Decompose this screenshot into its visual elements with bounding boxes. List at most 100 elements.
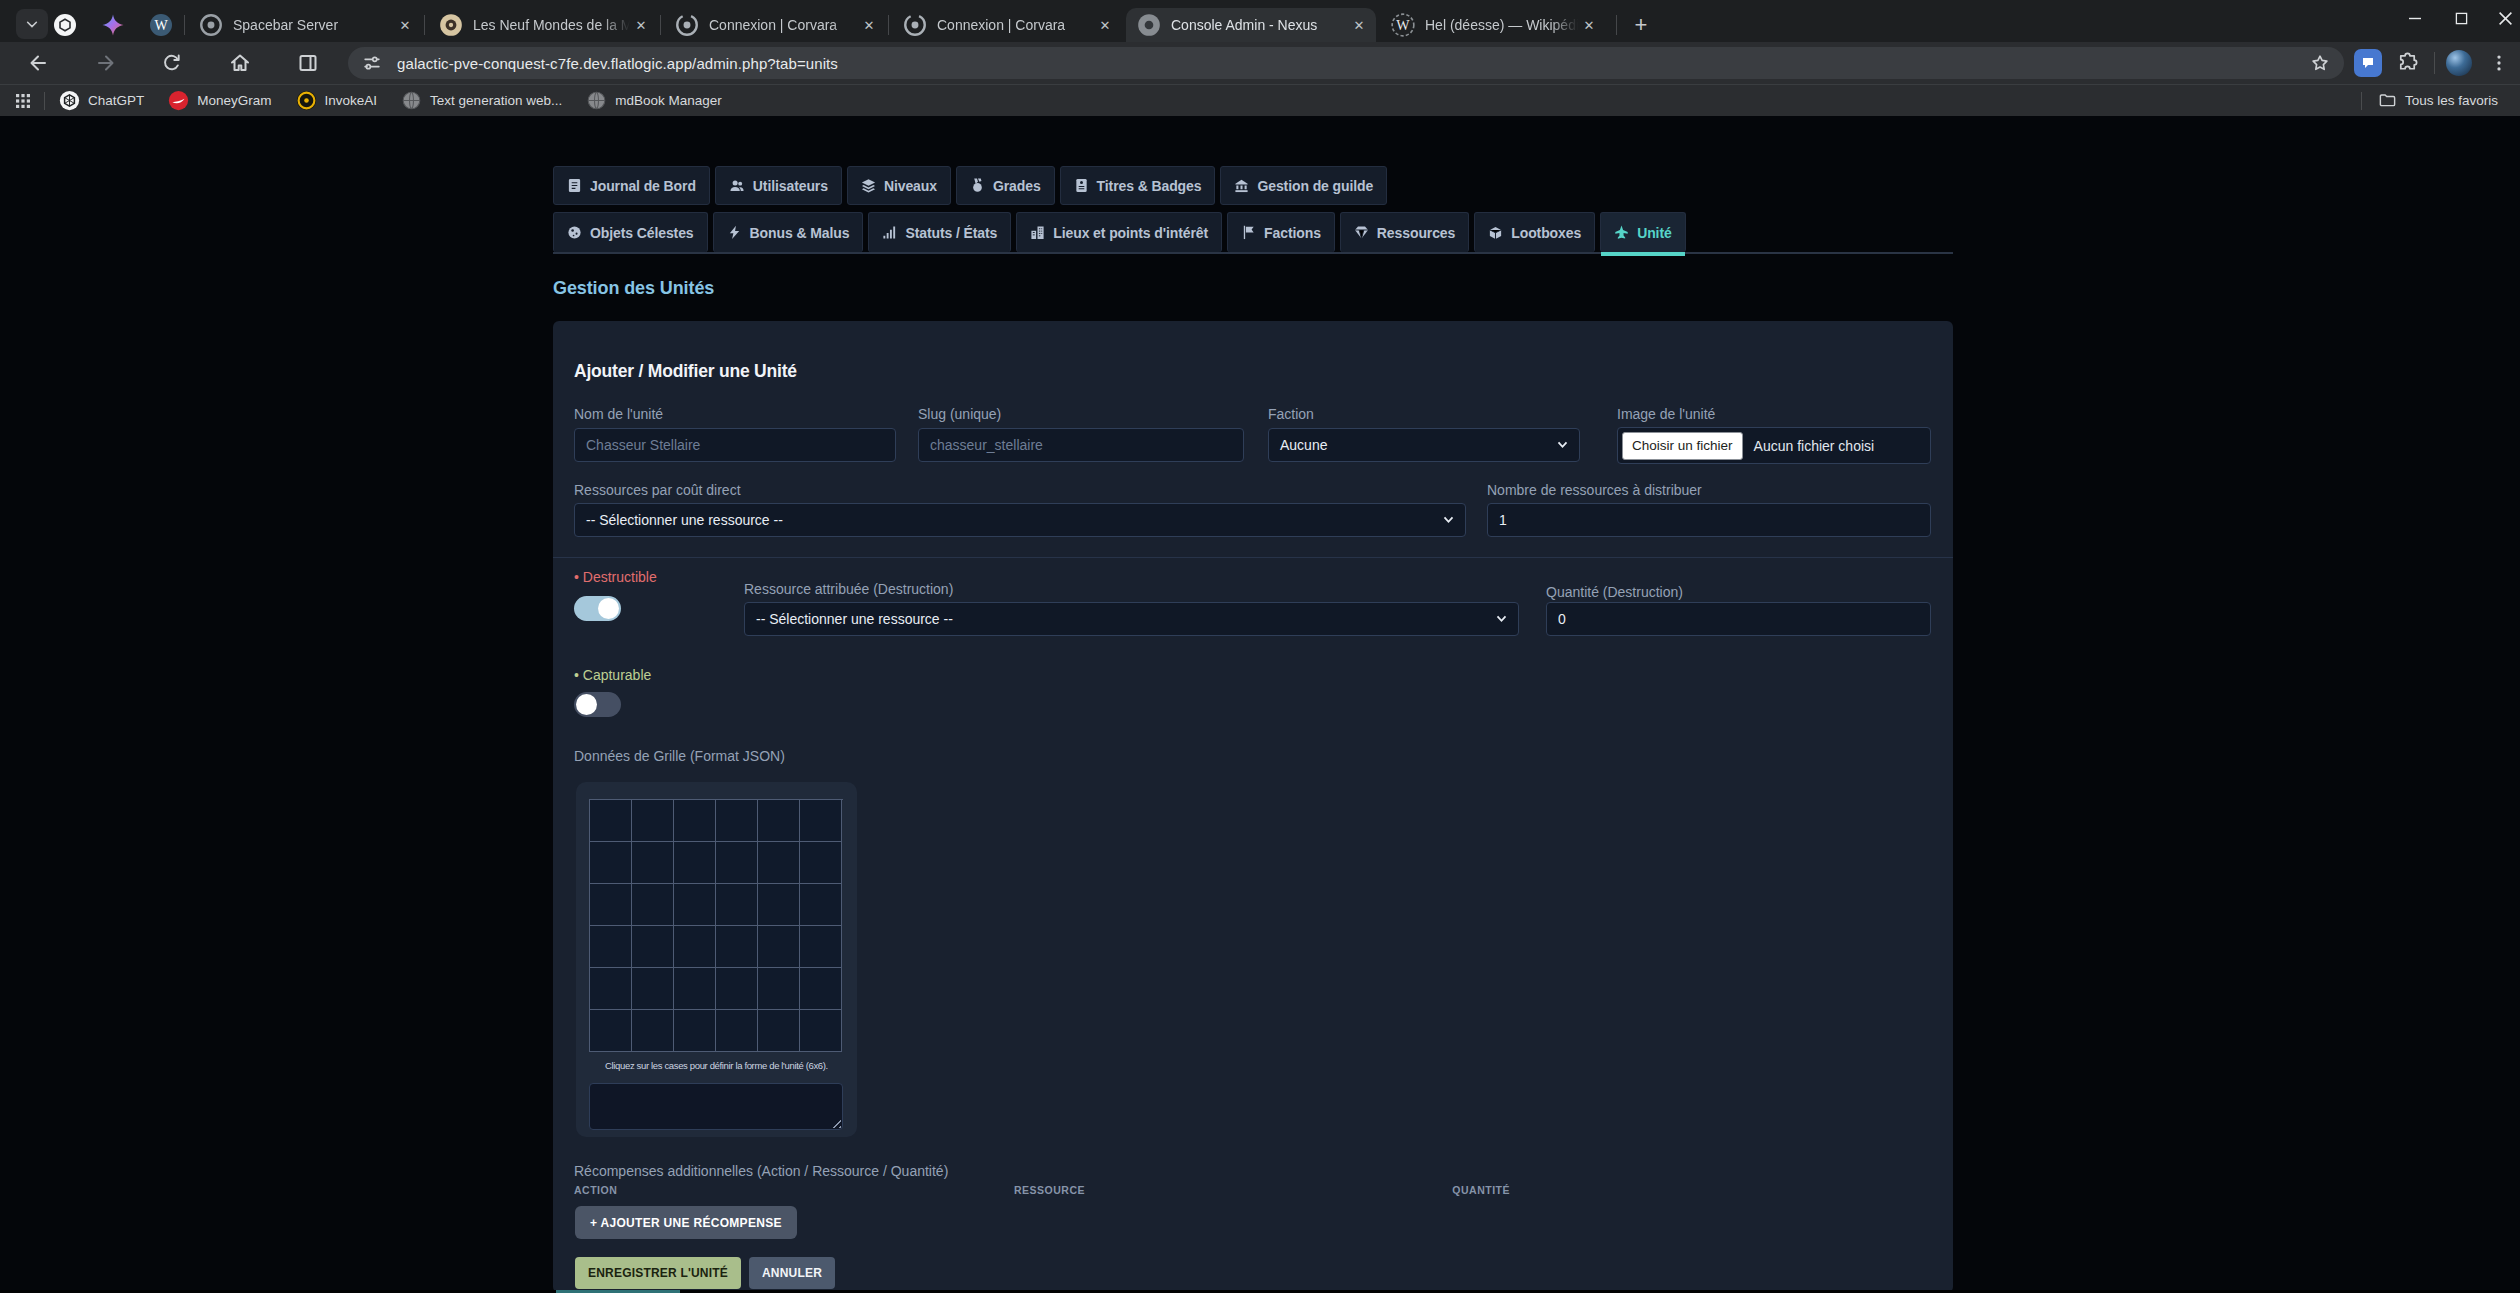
- bookmark-invokeai[interactable]: InvokeAI: [296, 90, 378, 111]
- grid-cell[interactable]: [758, 968, 800, 1010]
- forward-button[interactable]: [94, 51, 118, 75]
- slug-input[interactable]: [918, 428, 1244, 462]
- grid-cell[interactable]: [716, 926, 758, 968]
- grid-cell[interactable]: [674, 884, 716, 926]
- grid-cell[interactable]: [800, 842, 842, 884]
- grid-cell[interactable]: [800, 1010, 842, 1052]
- pinned-tab-wordpress[interactable]: W: [148, 12, 174, 38]
- tab-connexion-corvara-1[interactable]: Connexion | Corvara ✕: [664, 8, 886, 42]
- profile-avatar[interactable]: [2446, 50, 2472, 76]
- home-button[interactable]: [228, 51, 252, 75]
- tab-statuts-etats[interactable]: Statuts / États: [868, 212, 1011, 252]
- grid-cell[interactable]: [800, 884, 842, 926]
- bookmark-mdbook-manager[interactable]: mdBook Manager: [586, 90, 722, 111]
- shape-grid[interactable]: [589, 799, 843, 1052]
- grid-cell[interactable]: [632, 842, 674, 884]
- menu-kebab-icon[interactable]: [2488, 52, 2510, 74]
- grid-cell[interactable]: [590, 968, 632, 1010]
- window-close-button[interactable]: [2474, 0, 2520, 36]
- tab-hel-wikipedia[interactable]: W Hel (déesse) — Wikipédia ✕: [1380, 8, 1606, 42]
- destruction-resource-select[interactable]: -- Sélectionner une ressource --: [744, 602, 1519, 636]
- tab-unite[interactable]: Unité: [1600, 212, 1686, 252]
- grid-cell[interactable]: [674, 842, 716, 884]
- grid-cell[interactable]: [758, 800, 800, 842]
- new-tab-button[interactable]: +: [1626, 10, 1656, 40]
- capturable-toggle[interactable]: [574, 692, 621, 717]
- add-reward-button[interactable]: + AJOUTER UNE RÉCOMPENSE: [575, 1206, 797, 1239]
- apps-grid-icon[interactable]: [14, 92, 32, 110]
- bookmark-chatgpt[interactable]: ChatGPT: [59, 90, 144, 111]
- destructible-toggle[interactable]: [574, 596, 621, 621]
- destruction-qty-input[interactable]: [1546, 602, 1931, 636]
- grid-cell[interactable]: [716, 884, 758, 926]
- tab-bonus-malus[interactable]: Bonus & Malus: [713, 212, 864, 252]
- extensions-puzzle-icon[interactable]: [2396, 52, 2419, 75]
- cost-resource-select[interactable]: -- Sélectionner une ressource --: [574, 503, 1466, 537]
- grid-cell[interactable]: [590, 1010, 632, 1052]
- bookmark-moneygram[interactable]: MoneyGram: [168, 90, 271, 111]
- pinned-tab-gemini[interactable]: [100, 12, 126, 38]
- grid-cell[interactable]: [632, 926, 674, 968]
- distribute-count-input[interactable]: [1487, 503, 1931, 537]
- tab-console-admin-nexus[interactable]: Console Admin - Nexus ✕: [1126, 8, 1376, 42]
- tab-close-icon[interactable]: ✕: [1094, 14, 1116, 36]
- tab-objets-celestes[interactable]: Objets Célestes: [553, 212, 708, 252]
- site-settings-icon[interactable]: [361, 52, 383, 74]
- pinned-tab-chatgpt[interactable]: [52, 12, 78, 38]
- back-button[interactable]: [26, 51, 50, 75]
- grid-cell[interactable]: [758, 1010, 800, 1052]
- grid-cell[interactable]: [590, 842, 632, 884]
- grid-cell[interactable]: [716, 968, 758, 1010]
- tab-ressources[interactable]: Ressources: [1340, 212, 1469, 252]
- grid-cell[interactable]: [590, 800, 632, 842]
- tab-close-icon[interactable]: ✕: [1348, 14, 1370, 36]
- nav-utilisateurs[interactable]: Utilisateurs: [715, 166, 842, 205]
- faction-select[interactable]: Aucune: [1268, 428, 1580, 462]
- grid-cell[interactable]: [632, 1010, 674, 1052]
- grid-cell[interactable]: [632, 884, 674, 926]
- grid-cell[interactable]: [716, 1010, 758, 1052]
- grid-cell[interactable]: [716, 800, 758, 842]
- grid-cell[interactable]: [758, 842, 800, 884]
- grid-cell[interactable]: [674, 800, 716, 842]
- grid-cell[interactable]: [674, 968, 716, 1010]
- all-bookmarks-button[interactable]: Tous les favoris: [2378, 91, 2498, 110]
- grid-cell[interactable]: [800, 968, 842, 1010]
- tab-close-icon[interactable]: ✕: [1578, 14, 1600, 36]
- tab-search-button[interactable]: [16, 9, 48, 39]
- grid-cell[interactable]: [800, 800, 842, 842]
- grid-cell[interactable]: [632, 968, 674, 1010]
- grid-cell[interactable]: [590, 884, 632, 926]
- save-unit-button[interactable]: ENREGISTRER L'UNITÉ: [575, 1257, 741, 1289]
- reload-button[interactable]: [160, 52, 183, 75]
- nav-grades[interactable]: Grades: [956, 166, 1055, 205]
- tab-close-icon[interactable]: ✕: [858, 14, 880, 36]
- grid-cell[interactable]: [590, 926, 632, 968]
- extension-icon[interactable]: [2354, 49, 2382, 77]
- grid-cell[interactable]: [674, 1010, 716, 1052]
- tab-close-icon[interactable]: ✕: [630, 14, 652, 36]
- name-input[interactable]: [574, 428, 896, 462]
- grid-cell[interactable]: [758, 884, 800, 926]
- grid-cell[interactable]: [758, 926, 800, 968]
- grid-cell[interactable]: [674, 926, 716, 968]
- address-bar[interactable]: galactic-pve-conquest-c7fe.dev.flatlogic…: [348, 47, 2344, 79]
- tab-les-neuf-mondes[interactable]: Les Neuf Mondes de la Mythologie ✕: [428, 8, 658, 42]
- grid-json-textarea[interactable]: [589, 1083, 843, 1130]
- choose-file-button[interactable]: Choisir un fichier: [1622, 432, 1743, 460]
- tab-lootboxes[interactable]: Lootboxes: [1474, 212, 1595, 252]
- grid-cell[interactable]: [716, 842, 758, 884]
- url-text[interactable]: galactic-pve-conquest-c7fe.dev.flatlogic…: [397, 55, 838, 72]
- tab-lieux-points-interet[interactable]: Lieux et points d'intérêt: [1016, 212, 1222, 252]
- nav-journal-de-bord[interactable]: Journal de Bord: [553, 166, 710, 205]
- tab-factions[interactable]: Factions: [1227, 212, 1335, 252]
- tab-spacebar-server[interactable]: Spacebar Server ✕: [188, 8, 422, 42]
- grid-cell[interactable]: [800, 926, 842, 968]
- bookmark-text-generation-webui[interactable]: Text generation web...: [401, 90, 562, 111]
- reading-mode-button[interactable]: [296, 51, 320, 75]
- cancel-button[interactable]: ANNULER: [749, 1257, 835, 1289]
- nav-niveaux[interactable]: Niveaux: [847, 166, 951, 205]
- nav-gestion-de-guilde[interactable]: Gestion de guilde: [1220, 166, 1387, 205]
- image-file-input[interactable]: Choisir un fichier Aucun fichier choisi: [1617, 427, 1931, 464]
- nav-titres-badges[interactable]: Titres & Badges: [1060, 166, 1216, 205]
